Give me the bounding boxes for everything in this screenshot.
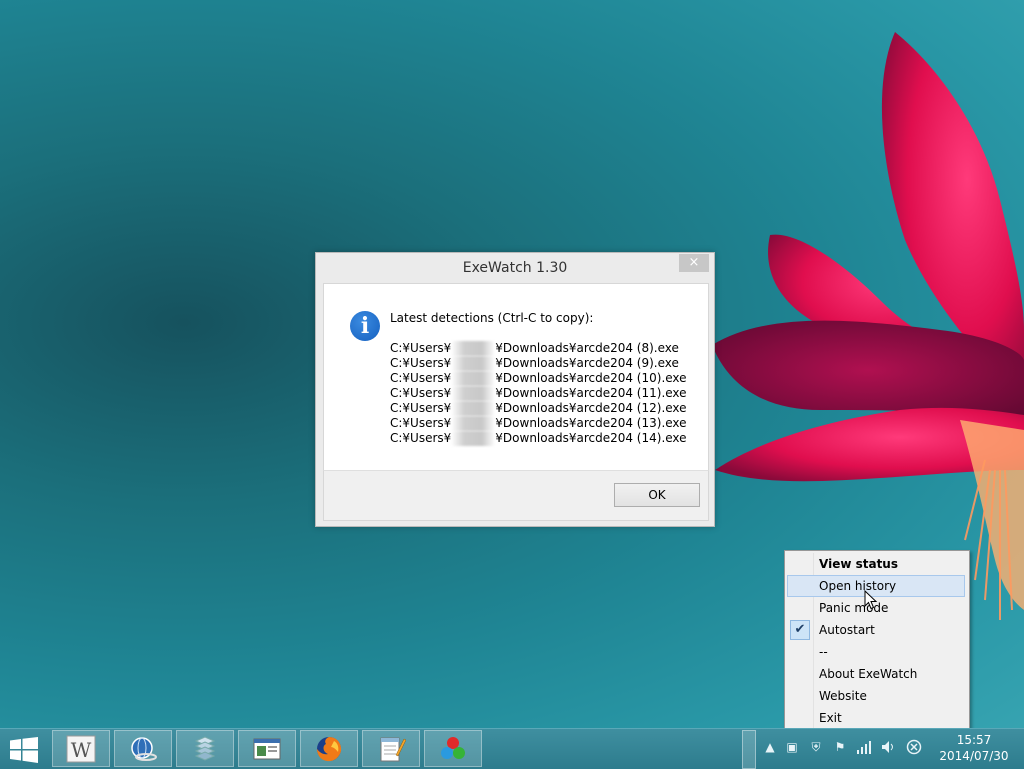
detections-heading: Latest detections (Ctrl-C to copy): [390, 311, 594, 325]
menu-item-separator-text[interactable]: -- [787, 641, 965, 663]
dialog-footer: OK [323, 470, 709, 521]
checkmark-icon: ✔ [790, 620, 810, 640]
color-circles-icon [441, 737, 465, 759]
redacted-username [451, 341, 496, 356]
volume-speaker-icon[interactable] [880, 739, 896, 755]
close-circle-icon[interactable] [906, 739, 922, 755]
tray-context-menu: View status Open history Panic mode ✔ Au… [784, 550, 970, 732]
windows-start-icon[interactable] [10, 737, 38, 763]
taskbar-app-firefox[interactable] [300, 730, 358, 767]
detection-path: C:¥Users¥ ¥Downloads¥arcde204 (14).exe [390, 431, 687, 446]
detection-path: C:¥Users¥ ¥Downloads¥arcde204 (9).exe [390, 356, 679, 371]
detection-path: C:¥Users¥ ¥Downloads¥arcde204 (10).exe [390, 371, 687, 386]
menu-item-view-status[interactable]: View status [787, 553, 965, 575]
detection-path: C:¥Users¥ ¥Downloads¥arcde204 (11).exe [390, 386, 687, 401]
detection-path: C:¥Users¥ ¥Downloads¥arcde204 (12).exe [390, 401, 687, 416]
close-button[interactable]: × [679, 254, 709, 272]
menu-item-exit[interactable]: Exit [787, 707, 965, 729]
clock-date: 2014/07/30 [939, 749, 1009, 763]
exewatch-dialog: ExeWatch 1.30 × i Latest detections (Ctr… [315, 252, 715, 527]
exewatch-tray-icon[interactable]: ▣ [784, 739, 800, 755]
security-shield-icon[interactable]: ⛨ [808, 739, 824, 755]
taskbar-app-network[interactable] [114, 730, 172, 767]
info-icon: i [350, 311, 380, 341]
detection-path: C:¥Users¥ ¥Downloads¥arcde204 (8).exe [390, 341, 679, 356]
action-center-flag-icon[interactable]: ⚑ [832, 739, 848, 755]
redacted-username [451, 356, 496, 371]
mouse-cursor-icon [864, 590, 878, 610]
clock-time: 15:57 [956, 733, 992, 747]
network-signal-icon[interactable] [856, 739, 872, 755]
dialog-title: ExeWatch 1.30 [462, 260, 568, 276]
ok-button[interactable]: OK [614, 483, 700, 507]
menu-item-website[interactable]: Website [787, 685, 965, 707]
menu-item-about[interactable]: About ExeWatch [787, 663, 965, 685]
menu-item-label: Autostart [819, 623, 875, 637]
taskbar-clock[interactable]: 15:57 2014/07/30 [930, 732, 1018, 764]
taskbar-app-colors[interactable] [424, 730, 482, 767]
redacted-username [451, 416, 496, 431]
redacted-username [451, 386, 496, 401]
dialog-titlebar[interactable]: ExeWatch 1.30 × [316, 253, 714, 283]
menu-item-autostart[interactable]: ✔ Autostart [787, 619, 965, 641]
detection-path: C:¥Users¥ ¥Downloads¥arcde204 (13).exe [390, 416, 687, 431]
network-globe-icon [131, 737, 157, 761]
dialog-content: i Latest detections (Ctrl-C to copy): C:… [323, 283, 709, 470]
taskbar-app-word[interactable]: W [52, 730, 110, 767]
notepad-icon [380, 737, 406, 762]
taskbar-app-window[interactable] [238, 730, 296, 767]
taskbar-app-stack[interactable] [176, 730, 234, 767]
word-icon: W [66, 735, 96, 763]
taskbar: W ▲ ▣ ⛨ ⚑ 15:57 2014/07/30 [0, 728, 1024, 769]
svg-text:W: W [71, 738, 92, 762]
redacted-username [451, 431, 496, 446]
redacted-username [451, 371, 496, 386]
stack-app-icon [194, 736, 216, 761]
firefox-icon [317, 737, 342, 762]
taskbar-scroll-handle[interactable] [742, 730, 756, 769]
show-hidden-icons-chevron-up-icon[interactable]: ▲ [762, 739, 778, 755]
redacted-username [451, 401, 496, 416]
window-app-icon [253, 738, 281, 760]
taskbar-app-notepad[interactable] [362, 730, 420, 767]
detections-list[interactable]: C:¥Users¥ ¥Downloads¥arcde204 (8).exe C:¥… [390, 341, 687, 446]
